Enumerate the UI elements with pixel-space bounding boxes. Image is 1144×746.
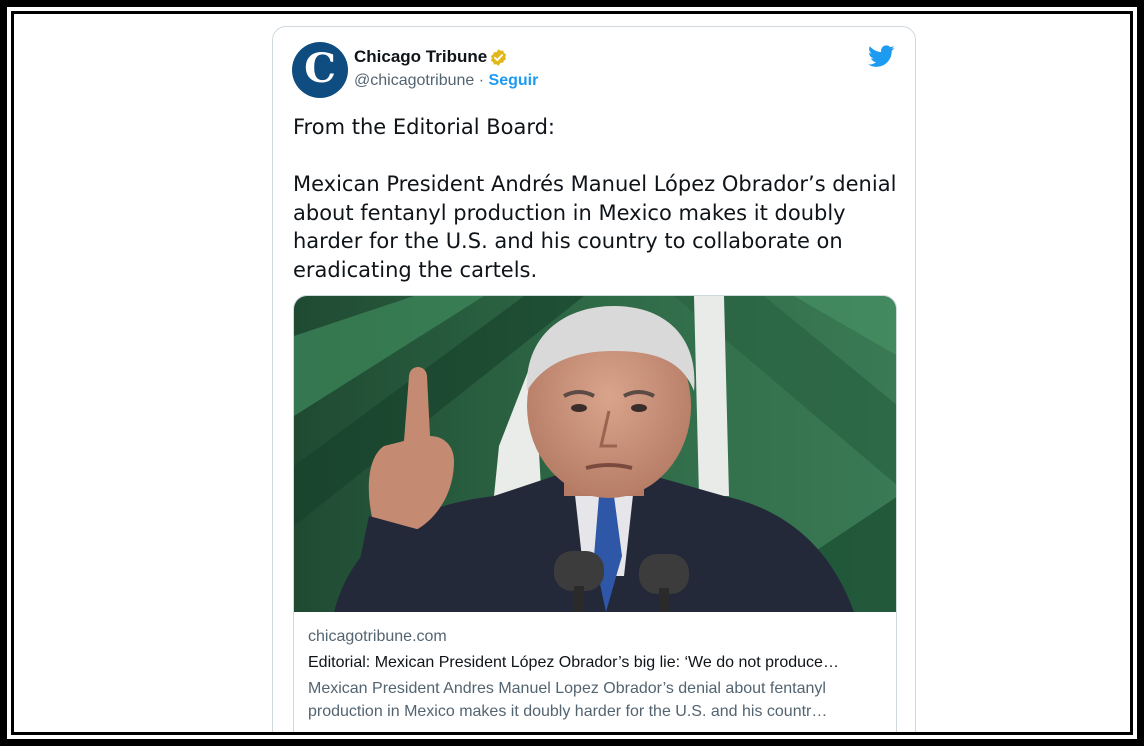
twitter-bird-icon[interactable] bbox=[868, 45, 895, 68]
separator-dot: · bbox=[478, 72, 485, 89]
tweet-card[interactable]: C Chicago Tribune @chicagotribune · Segu… bbox=[272, 26, 916, 732]
link-description: Mexican President Andres Manuel Lopez Ob… bbox=[308, 677, 888, 723]
link-title[interactable]: Editorial: Mexican President López Obrad… bbox=[308, 651, 888, 675]
handle-line: @chicagotribune · Seguir bbox=[354, 72, 538, 90]
link-description-line1: Mexican President Andres Manuel Lopez Ob… bbox=[308, 680, 826, 697]
link-description-line2: production in Mexico makes it doubly har… bbox=[308, 703, 828, 720]
tweet-text-line1: From the Editorial Board: bbox=[293, 115, 555, 139]
inner-frame: C Chicago Tribune @chicagotribune · Segu… bbox=[11, 11, 1133, 735]
avatar[interactable]: C bbox=[292, 42, 348, 98]
verified-badge-icon bbox=[490, 49, 507, 66]
tweet-text: From the Editorial Board: Mexican Presid… bbox=[293, 113, 903, 284]
tweet-text-body: Mexican President Andrés Manuel López Ob… bbox=[293, 172, 897, 282]
author-name[interactable]: Chicago Tribune bbox=[354, 47, 487, 67]
article-photo-graphic bbox=[294, 296, 896, 612]
follow-button[interactable]: Seguir bbox=[489, 72, 539, 89]
link-preview-card[interactable]: chicagotribune.com Editorial: Mexican Pr… bbox=[293, 295, 897, 732]
link-card-body: chicagotribune.com Editorial: Mexican Pr… bbox=[308, 626, 888, 723]
link-domain: chicagotribune.com bbox=[308, 628, 447, 645]
avatar-logo-letter: C bbox=[304, 45, 336, 92]
article-photo[interactable] bbox=[294, 296, 896, 612]
author-handle[interactable]: @chicagotribune bbox=[354, 72, 474, 89]
